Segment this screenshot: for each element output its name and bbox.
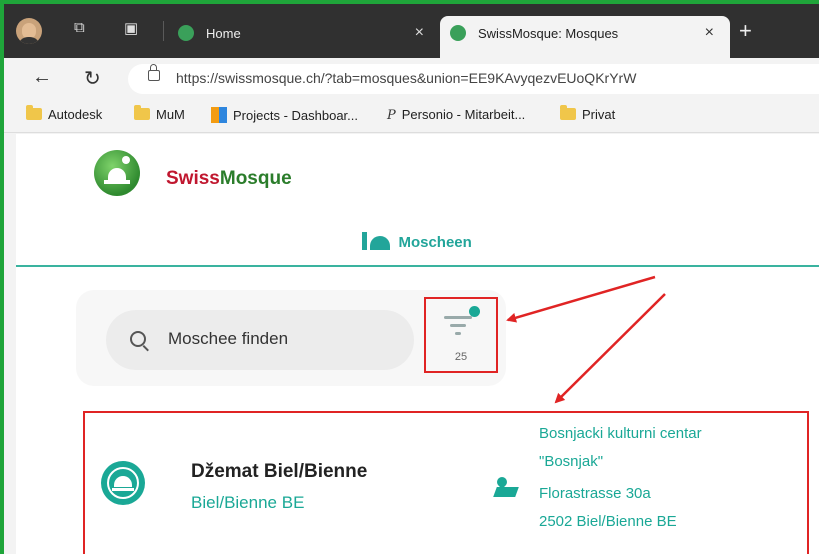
bookmark-mum[interactable]: MuM: [134, 105, 185, 122]
lock-icon[interactable]: [148, 64, 160, 81]
url-text[interactable]: https://swissmosque.ch/?tab=mosques&unio…: [176, 70, 636, 86]
screenshot-frame: ⧉ ▣ Home × SwissMosque: Mosques × + ← ↻ …: [0, 0, 819, 554]
url-bar[interactable]: https://swissmosque.ch/?tab=mosques&unio…: [128, 64, 819, 94]
browser-window: ⧉ ▣ Home × SwissMosque: Mosques × + ← ↻ …: [4, 4, 819, 554]
search-box[interactable]: [106, 310, 414, 370]
tab-actions-icon[interactable]: ▣: [124, 19, 138, 37]
folder-icon: [560, 105, 576, 120]
nav-tab-label: Moscheen: [398, 234, 472, 251]
new-tab-button[interactable]: +: [739, 18, 752, 44]
mosque-nav-icon: [362, 232, 392, 250]
web-page: SwissMosque Moscheen 25 Džemat Biel/Bien…: [16, 134, 819, 554]
swissmosque-logo-icon[interactable]: [94, 150, 140, 196]
folder-icon: [26, 105, 42, 120]
tab-separator: [163, 21, 164, 41]
bookmark-label: Privat: [582, 107, 616, 122]
close-icon[interactable]: ×: [705, 24, 714, 42]
logo-base: [104, 180, 130, 184]
tab-moscheen[interactable]: Moscheen: [362, 232, 472, 252]
tab-strip: ⧉ ▣ Home × SwissMosque: Mosques × +: [4, 4, 819, 58]
search-input[interactable]: [166, 328, 390, 350]
filter-icon: [444, 316, 472, 319]
address-toolbar: ← ↻ https://swissmosque.ch/?tab=mosques&…: [4, 58, 819, 98]
personio-icon: P: [387, 108, 396, 123]
profile-avatar[interactable]: [16, 18, 42, 44]
tab-swissmosque[interactable]: SwissMosque: Mosques ×: [440, 16, 730, 58]
map-icon[interactable]: [493, 474, 519, 497]
filter-icon-line: [455, 332, 461, 335]
bookmark-label: Projects - Dashboar...: [233, 108, 358, 123]
address-line[interactable]: Bosnjacki kulturni centar: [539, 425, 702, 442]
mosque-title: Džemat Biel/Bienne: [191, 461, 368, 482]
projects-icon: [211, 107, 227, 123]
search-icon: [130, 331, 146, 347]
tab-home[interactable]: Home ×: [168, 16, 438, 58]
swissmosque-favicon-icon: [450, 25, 466, 41]
bookmark-label: MuM: [156, 107, 185, 122]
filter-count: 25: [454, 351, 468, 363]
bookmark-privat[interactable]: Privat: [560, 105, 616, 122]
address-line[interactable]: 2502 Biel/Bienne BE: [539, 513, 677, 530]
bookmark-projects[interactable]: Projects - Dashboar...: [211, 107, 358, 123]
filter-button[interactable]: 25: [424, 297, 498, 373]
nav-underline: [16, 265, 819, 267]
bookmark-label: Autodesk: [48, 107, 103, 122]
mosque-city: Biel/Bienne BE: [191, 493, 305, 512]
folder-icon: [134, 105, 150, 120]
reload-button[interactable]: ↻: [84, 66, 101, 91]
mosque-icon: [101, 461, 145, 505]
close-icon[interactable]: ×: [415, 24, 424, 42]
filter-icon-line: [450, 324, 466, 327]
address-line[interactable]: Florastrasse 30a: [539, 485, 651, 502]
filter-active-dot: [469, 306, 480, 317]
tab-title: SwissMosque: Mosques: [478, 26, 619, 41]
brand-name[interactable]: SwissMosque: [166, 168, 292, 190]
workspaces-icon[interactable]: ⧉: [74, 19, 85, 36]
tab-title: Home: [206, 26, 241, 41]
bookmark-personio[interactable]: P Personio - Mitarbeit...: [387, 107, 525, 123]
brand-part-mosque: Mosque: [219, 168, 292, 189]
bookmark-autodesk[interactable]: Autodesk: [26, 105, 103, 122]
back-button[interactable]: ←: [32, 66, 52, 89]
address-line[interactable]: "Bosnjak": [539, 453, 603, 470]
home-favicon-icon: [178, 25, 194, 41]
logo-dome: [108, 168, 126, 180]
brand-part-swiss: Swiss: [166, 168, 220, 189]
logo-moon: [122, 156, 130, 164]
bookmark-label: Personio - Mitarbeit...: [401, 107, 526, 122]
bookmarks-bar: Autodesk MuM Projects - Dashboar... P Per…: [4, 98, 819, 133]
mosque-card[interactable]: Džemat Biel/Bienne Biel/Bienne BE Bosnja…: [83, 411, 809, 554]
